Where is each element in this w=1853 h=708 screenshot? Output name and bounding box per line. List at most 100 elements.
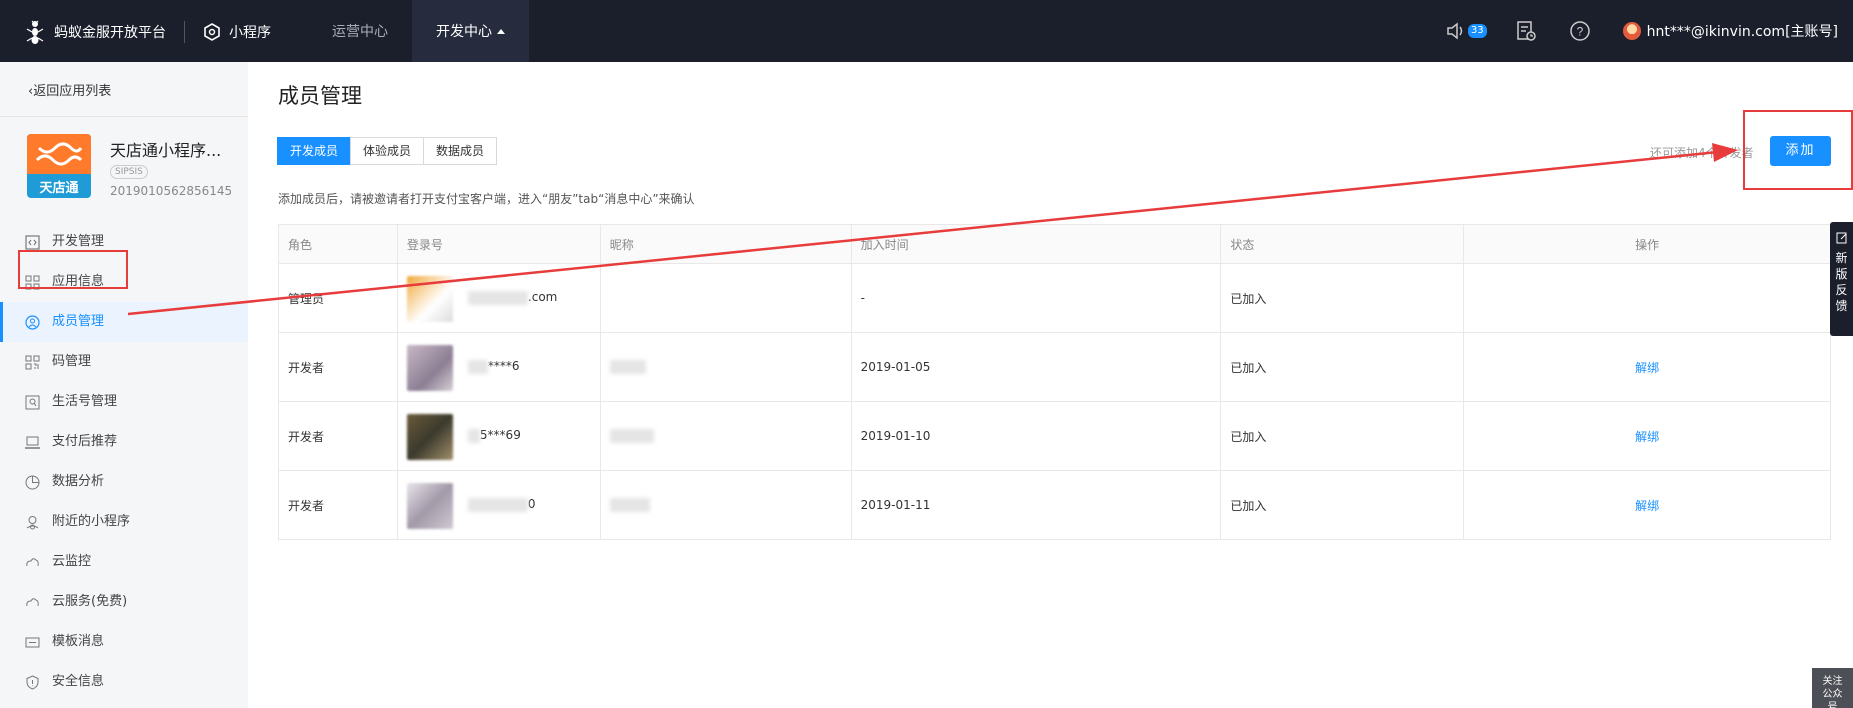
sidebar-item-template-message[interactable]: 模板消息 [0,622,248,662]
login-value: 0 [467,497,536,512]
main-content: 成员管理 开发成员 体验成员 数据成员 添加成员后，请被邀请者打开支付宝客户端，… [248,62,1853,708]
member-tabs: 开发成员 体验成员 数据成员 [277,137,498,165]
follow-official-account[interactable]: 关注公众号 [1812,668,1853,708]
login-suffix: 5***69 [479,428,521,442]
page-title: 成员管理 [278,84,362,108]
sidebar-item-post-pay-recommend[interactable]: 支付后推荐 [0,422,248,462]
app-logo: 天店通 [27,134,91,198]
brand[interactable]: 蚂蚁金服开放平台 小程序 [24,18,271,46]
avatar [406,345,453,391]
svg-text:?: ? [1576,25,1583,39]
app-tag: SIPSIS [110,165,148,179]
masked-text [609,429,654,444]
top-bar: 蚂蚁金服开放平台 小程序 运营中心 开发中心 33 ? hnt***@ikinv… [0,0,1853,62]
app-logo-text: 天店通 [39,181,79,196]
login-value: .com [467,290,558,305]
document-clock-icon[interactable] [1515,20,1537,42]
user-menu[interactable]: hnt***@ikinvin.com[主账号] [1622,21,1838,41]
cell-nickname [599,470,852,540]
sidebar-item-data-analysis[interactable]: 数据分析 [0,462,248,502]
sidebar-item-security-info[interactable]: 安全信息 [0,662,248,702]
annotation-highlight-add [1743,110,1853,190]
sidebar-item-code-management[interactable]: 码管理 [0,342,248,382]
sidebar-item-label: 成员管理 [52,314,105,329]
nav-operations-center[interactable]: 运营中心 [308,0,412,62]
col-joined: 加入时间 [850,224,1222,264]
sidebar-item-cloud-monitor[interactable]: 云监控 [0,542,248,582]
masked-text [467,290,528,305]
sidebar-item-label: 附近的小程序 [52,514,131,529]
cell-joined: 2019-01-11 [850,470,1222,540]
cell-status: 已加入 [1220,401,1465,471]
col-role: 角色 [278,224,398,264]
cell-login: ****6 [396,332,601,402]
speaker-icon [1447,22,1463,40]
app-name: 天店通小程序... [110,141,222,160]
header-actions: 33 ? hnt***@ikinvin.com[主账号] [1446,0,1853,62]
unbind-link[interactable]: 解绑 [1635,361,1659,375]
cloud-icon [26,598,39,607]
cell-status: 已加入 [1220,263,1465,333]
sidebar-item-label: 生活号管理 [52,394,118,409]
login-suffix: .com [527,290,558,304]
message-icon [25,637,40,648]
cell-login: 0 [396,470,601,540]
annotation-highlight-menu [18,250,128,289]
nav-dev-center[interactable]: 开发中心 [412,0,529,62]
unbind-link[interactable]: 解绑 [1635,430,1659,444]
code-icon [25,235,40,250]
cell-action: 解绑 [1463,401,1831,471]
cell-action: 解绑 [1463,470,1831,540]
sidebar-item-label: 开发管理 [52,234,105,249]
sidebar-item-label: 支付后推荐 [52,434,118,449]
user-account: hnt***@ikinvin.com[主账号] [1646,24,1838,40]
user-circle-icon [25,315,40,330]
cell-joined: 2019-01-10 [850,401,1222,471]
brand-title: 蚂蚁金服开放平台 [54,25,166,41]
avatar [406,276,453,322]
app-id: 2019010562856145 [110,184,233,198]
cell-login: .com [396,263,601,333]
sidebar-item-member-management[interactable]: 成员管理 [0,302,248,342]
nav-dev-center-label: 开发中心 [436,24,492,40]
cell-role: 开发者 [278,332,398,402]
follow-label: 关注公众号 [1822,676,1843,708]
sidebar-item-label: 码管理 [52,354,92,369]
sidebar-item-label: 云监控 [52,554,92,569]
col-nickname: 昵称 [599,224,852,264]
help-icon[interactable]: ? [1569,20,1591,42]
tab-trial-members[interactable]: 体验成员 [350,137,425,165]
unbind-link[interactable]: 解绑 [1635,499,1659,513]
feedback-tab[interactable]: 新版反馈 [1830,222,1853,336]
qr-code-icon [25,355,40,370]
cell-status: 已加入 [1220,332,1465,402]
location-icon [26,516,39,530]
notification-button[interactable]: 33 [1446,22,1487,40]
back-to-app-list[interactable]: ‹返回应用列表 [28,80,111,99]
shield-icon [26,675,39,690]
sidebar-item-label: 数据分析 [52,474,105,489]
login-suffix: ****6 [487,359,520,373]
mini-program-icon [204,23,220,41]
tab-data-members[interactable]: 数据成员 [423,137,498,165]
laptop-icon [25,436,40,449]
sidebar: ‹返回应用列表 天店通 天店通小程序... SIPSIS 20190105628… [0,62,248,708]
col-status: 状态 [1220,224,1465,264]
tab-dev-members[interactable]: 开发成员 [277,137,352,165]
cell-nickname [599,401,852,471]
sidebar-item-label: 模板消息 [52,634,105,649]
notification-badge: 33 [1467,24,1487,38]
edit-icon [1836,232,1846,244]
sidebar-menu: 开发管理 应用信息 成员管理 码管理 生活号管理 支付后推荐 数据分析 附近的小… [0,222,248,702]
sidebar-item-label: 安全信息 [52,674,105,689]
sidebar-item-life-account[interactable]: 生活号管理 [0,382,248,422]
masked-text [609,498,650,513]
cell-joined: 2019-01-05 [850,332,1222,402]
cell-action [1463,263,1831,333]
cell-role: 开发者 [278,401,398,471]
col-login: 登录号 [396,224,601,264]
sidebar-divider [0,116,248,117]
sidebar-item-nearby-mini-programs[interactable]: 附近的小程序 [0,502,248,542]
sidebar-item-cloud-service[interactable]: 云服务(免费) [0,582,248,622]
masked-text [467,359,488,374]
